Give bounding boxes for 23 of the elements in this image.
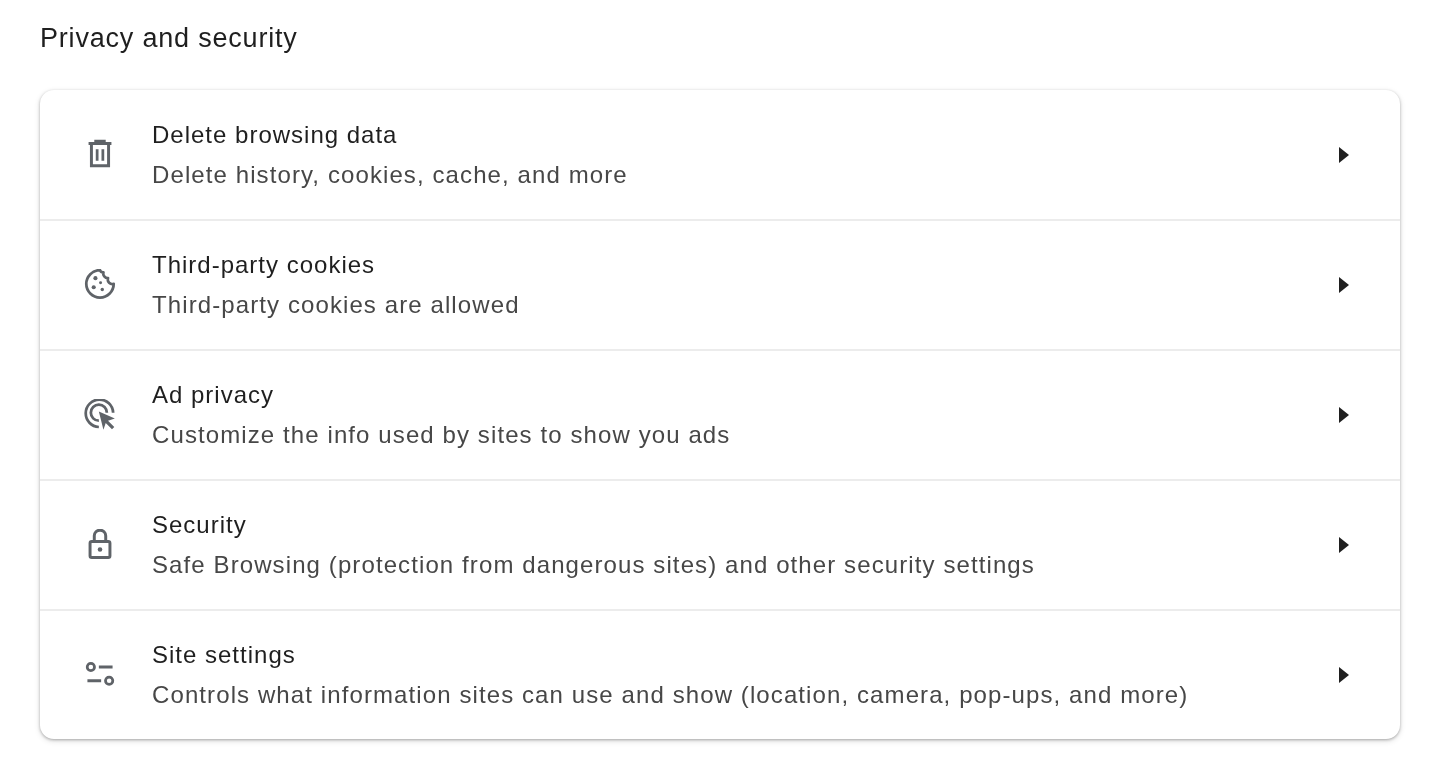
triangle-right-icon — [1338, 145, 1350, 164]
row-title: Site settings — [152, 640, 297, 670]
settings-row[interactable]: Security Safe Browsing (protection from dangerous sites) and other security settings — [40, 479, 1400, 609]
row-description: Controls what information sites can use and show (location, camera, pop-ups, and more) — [152, 680, 1190, 710]
target-cursor-icon — [84, 399, 116, 431]
row-title: Ad privacy — [152, 380, 276, 410]
settings-row[interactable]: Site settings Controls what information sites can use and show (location, camera, pop-ups, and more) — [40, 609, 1400, 739]
triangle-right-icon — [1338, 276, 1350, 294]
row-description: Delete history, cookies, cache, and more — [152, 159, 629, 190]
row-description: Third-party cookies are allowed — [152, 290, 521, 320]
row-description: Customize the info used by sites to show you ads — [152, 420, 732, 450]
row-description: Safe Browsing (protection from dangerous sites) and other security settings — [152, 550, 1036, 580]
row-title: Third-party cookies — [152, 250, 377, 280]
settings-row[interactable]: Delete browsing data Delete history, cookies, cache, and more — [40, 90, 1400, 219]
triangle-right-icon — [1338, 666, 1350, 684]
row-title: Security — [152, 510, 248, 540]
triangle-right-icon — [1338, 536, 1350, 554]
section-heading: Privacy and security — [40, 22, 298, 55]
row-title: Delete browsing data — [152, 119, 399, 150]
triangle-right-icon — [1338, 406, 1350, 424]
settings-row[interactable]: Third-party cookies Third-party cookies are allowed — [40, 219, 1400, 349]
settings-row[interactable]: Ad privacy Customize the info used by sites to show you ads — [40, 349, 1400, 479]
cookie-icon — [84, 269, 116, 301]
